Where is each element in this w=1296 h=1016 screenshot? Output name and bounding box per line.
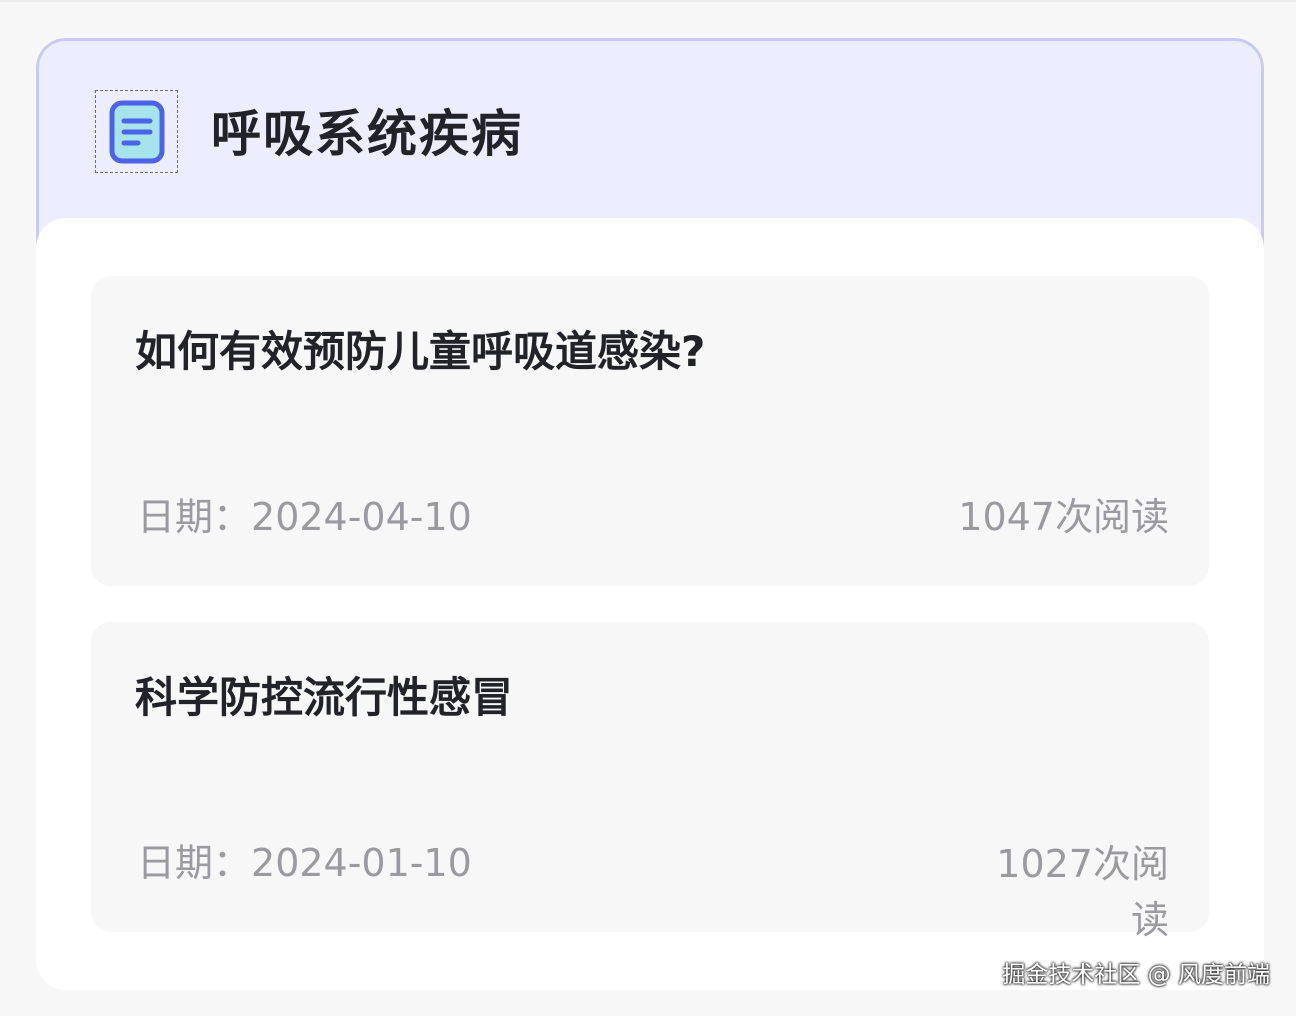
date-label: 日期： bbox=[137, 841, 252, 885]
page: 呼吸系统疾病 如何有效预防儿童呼吸道感染? 日期：2024-04-10 1047… bbox=[0, 0, 1296, 1016]
document-list-icon bbox=[95, 90, 178, 173]
top-divider bbox=[0, 0, 1296, 2]
date-label: 日期： bbox=[137, 495, 252, 539]
article-item[interactable]: 如何有效预防儿童呼吸道感染? 日期：2024-04-10 1047次阅读 bbox=[91, 276, 1209, 586]
read-count: 1027次阅读 bbox=[996, 842, 1169, 942]
article-date: 日期：2024-01-10 bbox=[137, 836, 472, 890]
article-title[interactable]: 科学防控流行性感冒 bbox=[135, 668, 513, 728]
date-value: 2024-04-10 bbox=[251, 495, 472, 539]
article-date: 日期：2024-04-10 bbox=[137, 490, 472, 544]
watermark: 掘金技术社区 @ 风度前端 bbox=[1002, 962, 1270, 988]
article-list: 如何有效预防儿童呼吸道感染? 日期：2024-04-10 1047次阅读 科学防… bbox=[36, 218, 1264, 990]
article-item[interactable]: 科学防控流行性感冒 日期：2024-01-10 1027次阅读 bbox=[91, 622, 1209, 942]
date-value: 2024-01-10 bbox=[251, 841, 472, 885]
category-card: 呼吸系统疾病 如何有效预防儿童呼吸道感染? 日期：2024-04-10 1047… bbox=[36, 38, 1264, 990]
article-title[interactable]: 如何有效预防儿童呼吸道感染? bbox=[135, 322, 705, 382]
read-count: 1047次阅读 bbox=[958, 495, 1169, 539]
section-title: 呼吸系统疾病 bbox=[211, 105, 523, 163]
